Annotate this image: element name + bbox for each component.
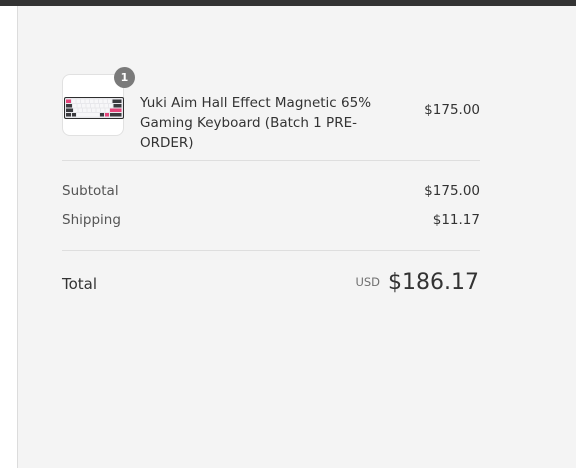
product-name: Yuki Aim Hall Effect Magnetic 65% Gaming… (140, 95, 372, 151)
divider (62, 250, 480, 251)
subtotal-row: Subtotal $175.00 (62, 181, 480, 201)
quantity-badge: 1 (114, 67, 135, 88)
shipping-value: $11.17 (432, 212, 480, 228)
line-item: 1 Yuki Aim Hall Effect Magnetic 65% Gami… (62, 67, 480, 151)
currency-code: USD (355, 275, 381, 289)
divider (62, 160, 480, 161)
shipping-row: Shipping $11.17 (62, 210, 480, 230)
subtotal-label: Subtotal (62, 183, 119, 199)
subtotal-value: $175.00 (424, 183, 480, 199)
product-price: $175.00 (424, 102, 480, 118)
product-thumbnail: 1 (62, 67, 135, 136)
total-value: $186.17 (388, 270, 479, 295)
checkout-main-pane (0, 6, 17, 468)
total-label: Total (62, 275, 98, 293)
shipping-label: Shipping (62, 212, 121, 228)
total-amount: USD $186.17 (355, 270, 479, 295)
order-summary-panel: 1 Yuki Aim Hall Effect Magnetic 65% Gami… (17, 6, 576, 468)
